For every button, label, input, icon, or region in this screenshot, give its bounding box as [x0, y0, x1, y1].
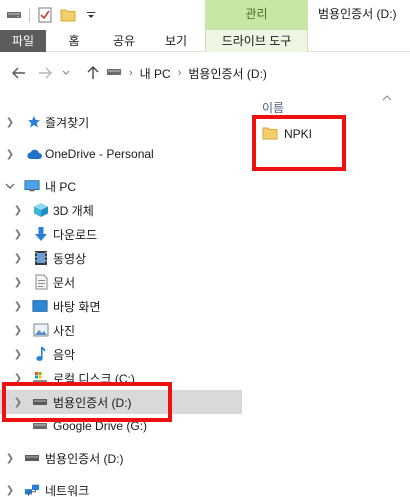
forward-arrow-icon[interactable] [36, 64, 54, 82]
chevron-right-icon[interactable]: ❯ [13, 222, 23, 246]
chevron-right-icon[interactable]: ❯ [13, 342, 23, 366]
nav-item-videos[interactable]: ❯ 동영상 [0, 246, 242, 270]
chevron-right-icon[interactable]: ❯ [13, 270, 23, 294]
address-bar: › 내 PC › 범용인증서 (D:) [0, 53, 410, 93]
nav-item-label: 3D 개체 [53, 203, 94, 218]
nav-item-certificate-drive[interactable]: ❯ 범용인증서 (D:) [0, 446, 242, 470]
quick-access-toolbar [6, 4, 99, 26]
drive-icon [106, 66, 122, 80]
star-icon [26, 114, 42, 130]
nav-item-label: 문서 [53, 275, 76, 290]
breadcrumb[interactable]: › 내 PC › 범용인증서 (D:) [106, 59, 410, 87]
manage-context-header: 관리 [205, 0, 308, 30]
annotation-highlight-npki [252, 115, 346, 171]
chevron-right-icon[interactable]: ❯ [5, 110, 15, 134]
ribbon-tabs: 파일 홈 공유 보기 드라이브 도구 [0, 30, 410, 52]
new-folder-icon[interactable] [60, 7, 76, 23]
nav-item-label: 음악 [53, 347, 76, 362]
nav-item-label: 네트워크 [45, 483, 90, 497]
sort-ascending-icon[interactable] [382, 93, 392, 104]
cloud-icon [26, 146, 42, 162]
window-title: 범용인증서 (D:) [318, 7, 397, 21]
nav-item-3d-objects[interactable]: ❯ 3D 개체 [0, 198, 242, 222]
computer-icon [24, 178, 40, 194]
nav-item-documents[interactable]: ❯ 문서 [0, 270, 242, 294]
nav-item-label: 바탕 화면 [53, 299, 101, 314]
annotation-highlight-drive [2, 382, 172, 422]
column-header-name[interactable]: 이름 [262, 99, 284, 116]
document-icon [33, 274, 49, 290]
chevron-right-icon[interactable]: ❯ [13, 318, 23, 342]
nav-item-downloads[interactable]: ❯ 다운로드 [0, 222, 242, 246]
usb-drive-icon [24, 450, 40, 466]
recent-locations-chevron-icon[interactable] [60, 64, 72, 82]
chevron-right-icon[interactable]: ❯ [13, 246, 23, 270]
nav-item-music[interactable]: ❯ 음악 [0, 342, 242, 366]
nav-item-desktop[interactable]: ❯ 바탕 화면 [0, 294, 242, 318]
navigation-pane: ❯ 즐겨찾기 ❯ OneDrive - Personal 내 PC ❯ 3D 개… [0, 93, 245, 497]
drive-icon[interactable] [6, 7, 22, 23]
chevron-right-icon[interactable]: ❯ [5, 446, 15, 470]
up-arrow-icon[interactable] [84, 64, 102, 82]
chevron-right-icon[interactable]: ❯ [13, 198, 23, 222]
picture-icon [33, 322, 49, 338]
chevron-right-icon[interactable]: ❯ [13, 294, 23, 318]
nav-item-network[interactable]: ❯ 네트워크 [0, 478, 242, 497]
tab-view[interactable]: 보기 [156, 30, 196, 52]
tab-home[interactable]: 홈 [58, 30, 90, 52]
desktop-icon [32, 298, 48, 314]
breadcrumb-separator-icon: › [129, 67, 133, 79]
toolbar-divider [29, 8, 30, 22]
customize-toolbar-icon[interactable] [83, 7, 99, 23]
breadcrumb-this-pc[interactable]: 내 PC [140, 65, 171, 82]
tab-file[interactable]: 파일 [0, 30, 46, 52]
properties-icon[interactable] [37, 7, 53, 23]
nav-item-label: 범용인증서 (D:) [45, 451, 124, 466]
breadcrumb-drive[interactable]: 범용인증서 (D:) [188, 65, 267, 82]
chevron-down-icon[interactable] [5, 174, 15, 198]
breadcrumb-separator-icon: › [177, 67, 182, 79]
cube-3d-icon [33, 202, 49, 218]
back-arrow-icon[interactable] [10, 64, 28, 82]
tab-drive-tools[interactable]: 드라이브 도구 [205, 30, 308, 52]
nav-item-pictures[interactable]: ❯ 사진 [0, 318, 242, 342]
download-icon [33, 226, 49, 242]
network-icon [24, 482, 40, 497]
nav-item-label: 사진 [53, 323, 76, 338]
nav-item-label: 내 PC [45, 179, 77, 194]
nav-item-this-pc[interactable]: 내 PC [0, 174, 242, 198]
nav-item-quick-access[interactable]: ❯ 즐겨찾기 [0, 110, 242, 134]
chevron-right-icon[interactable]: ❯ [5, 478, 15, 497]
title-bar: 관리 범용인증서 (D:) [0, 0, 410, 30]
nav-item-label: 다운로드 [53, 227, 98, 242]
nav-item-label: 즐겨찾기 [45, 115, 90, 130]
nav-item-label: 동영상 [53, 251, 87, 266]
nav-item-onedrive[interactable]: ❯ OneDrive - Personal [0, 142, 242, 166]
tab-share[interactable]: 공유 [102, 30, 146, 52]
video-icon [33, 250, 49, 266]
nav-item-label: OneDrive - Personal [45, 147, 154, 161]
chevron-right-icon[interactable]: ❯ [5, 142, 15, 166]
music-icon [33, 346, 49, 362]
